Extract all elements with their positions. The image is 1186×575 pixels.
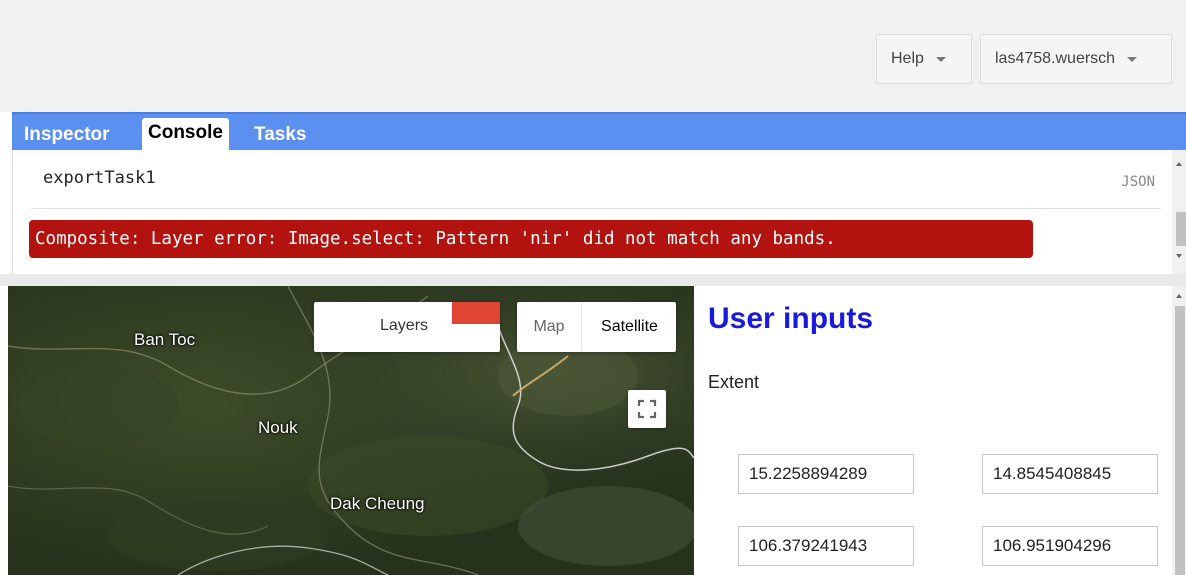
panel-scroll-thumb[interactable]: [1175, 306, 1185, 575]
map-type-map-button[interactable]: Map: [517, 302, 581, 352]
user-inputs-panel: User inputs Extent: [694, 286, 1172, 575]
scroll-up-icon[interactable]: [1176, 294, 1182, 298]
fullscreen-button[interactable]: [628, 390, 666, 428]
console-error-message: Composite: Layer error: Image.select: Pa…: [29, 220, 1033, 258]
top-bar: Help las4758.wuersch: [0, 0, 1186, 112]
panel-title: User inputs: [708, 302, 874, 335]
scroll-down-icon[interactable]: [1176, 254, 1182, 258]
fullscreen-icon: [637, 399, 657, 419]
extent-label: Extent: [708, 372, 760, 392]
help-button[interactable]: Help: [876, 34, 972, 84]
layers-control[interactable]: Layers: [314, 302, 500, 352]
console-scroll-thumb[interactable]: [1176, 212, 1186, 246]
layer-color-swatch: [452, 302, 500, 324]
map-view[interactable]: Ban Toc Nouk Dak Cheung Layers Map Satel…: [8, 286, 694, 575]
extent-input-east[interactable]: [982, 526, 1158, 566]
panel-tab-bar: Inspector Console Tasks: [12, 112, 1186, 150]
map-label-nouk: Nouk: [258, 418, 298, 437]
console-divider: [31, 208, 1161, 209]
console-entry-type: JSON: [1121, 174, 1155, 190]
console-output: exportTask1 JSON Composite: Layer error:…: [12, 150, 1173, 274]
extent-input-west[interactable]: [738, 526, 914, 566]
tab-tasks[interactable]: Tasks: [248, 120, 312, 150]
tab-inspector[interactable]: Inspector: [18, 120, 116, 150]
help-button-label: Help: [891, 50, 924, 67]
map-type-satellite-button[interactable]: Satellite: [581, 302, 677, 352]
extent-input-south[interactable]: [982, 454, 1158, 494]
layers-label: Layers: [380, 317, 429, 334]
tab-console[interactable]: Console: [142, 118, 229, 150]
console-scrollbar[interactable]: [1172, 150, 1186, 274]
caret-down-icon: [935, 56, 946, 62]
map-type-control: Map Satellite: [517, 302, 676, 352]
console-entry-name[interactable]: exportTask1: [43, 168, 156, 188]
panel-scrollbar[interactable]: [1172, 286, 1186, 575]
panel-resize-divider[interactable]: [0, 274, 1186, 286]
user-account-label: las4758.wuersch: [995, 50, 1116, 67]
extent-input-north[interactable]: [738, 454, 914, 494]
user-account-button[interactable]: las4758.wuersch: [980, 34, 1172, 84]
caret-down-icon: [1127, 56, 1138, 62]
scroll-up-icon[interactable]: [1176, 162, 1182, 166]
map-label-ban-toc: Ban Toc: [134, 330, 196, 349]
map-label-dak-cheung: Dak Cheung: [330, 494, 425, 513]
